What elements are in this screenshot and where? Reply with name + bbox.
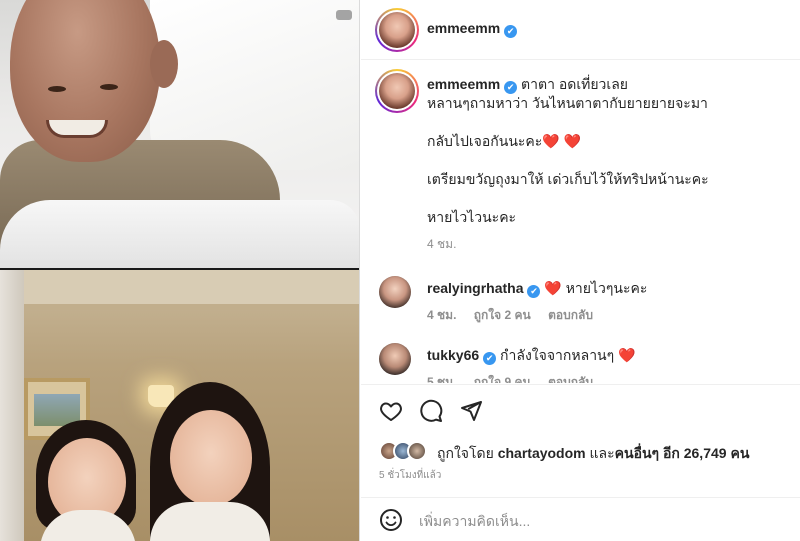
- comment-time: 5 ชม.: [427, 375, 457, 383]
- comment-likes[interactable]: ถูกใจ 9 คน: [474, 375, 531, 383]
- heart-outline-icon[interactable]: [379, 399, 403, 423]
- comment-bubble-icon[interactable]: [419, 399, 443, 423]
- author-avatar[interactable]: [375, 8, 419, 52]
- avatar-photo: [379, 73, 415, 109]
- video-call-frame-grandfather: [0, 0, 359, 270]
- video-call-frame-kids: [0, 270, 359, 541]
- eye: [48, 86, 66, 92]
- likes-others-count[interactable]: คนอื่นๆ อีก 26,749 คน: [615, 445, 750, 461]
- caption-line: หลานๆถามหาว่า วันไหนตาตากับยายยายจะมา: [427, 95, 708, 111]
- child-shirt: [150, 502, 270, 541]
- add-comment-bar: [361, 497, 800, 541]
- likes-text: ถูกใจโดย chartayodom และคนอื่นๆ อีก 26,7…: [437, 443, 749, 465]
- camera-switch-icon[interactable]: [336, 10, 352, 20]
- verified-badge-icon: ✔: [483, 352, 497, 365]
- author-username[interactable]: emmeemm: [427, 20, 500, 36]
- comment: tukky66 ✔ กำลังใจจากหลานๆ ❤️ 5 ชม. ถูกใจ …: [427, 346, 787, 383]
- comment-avatar[interactable]: [379, 343, 411, 375]
- ear: [150, 40, 178, 88]
- smile: [46, 120, 108, 138]
- paper-plane-icon[interactable]: [459, 399, 483, 423]
- caption-avatar[interactable]: [375, 69, 419, 113]
- eye: [100, 84, 118, 90]
- verified-badge-icon: ✔: [504, 25, 518, 38]
- comment-time: 4 ชม.: [427, 308, 457, 322]
- curtain: [0, 270, 24, 541]
- comment-meta: 5 ชม. ถูกใจ 9 คน ตอบกลับ: [427, 373, 787, 383]
- post-header: emmeemm ✔: [361, 0, 800, 60]
- post-actions: ถูกใจโดย chartayodom และคนอื่นๆ อีก 26,7…: [361, 384, 800, 541]
- child-face: [170, 410, 252, 506]
- author-name-row: emmeemm ✔: [427, 20, 518, 38]
- comment-input[interactable]: [419, 510, 759, 532]
- likes-summary[interactable]: ถูกใจโดย chartayodom และคนอื่นๆ อีก 26,7…: [379, 441, 789, 463]
- caption-line: เตรียมขวัญถุงมาให้ เด่วเก็บไว้ให้ทริปหน้…: [427, 171, 709, 187]
- liker-username[interactable]: chartayodom: [498, 445, 586, 461]
- comment-username[interactable]: tukky66: [427, 347, 479, 363]
- comment-text: ❤️ หายไวๆนะคะ: [544, 280, 648, 296]
- caption: emmeemm ✔ ตาตา อดเที่ยวเลย หลานๆถามหาว่า …: [427, 75, 787, 254]
- comment-meta: 4 ชม. ถูกใจ 2 คน ตอบกลับ: [427, 306, 787, 325]
- likes-prefix: ถูกใจโดย: [437, 445, 494, 461]
- verified-badge-icon: ✔: [527, 285, 541, 298]
- comment-likes[interactable]: ถูกใจ 2 คน: [474, 308, 531, 322]
- avatar-photo: [379, 12, 415, 48]
- post-timestamp[interactable]: 5 ชั่วโมงที่แล้ว: [379, 468, 441, 483]
- caption-line: หายไวไวนะคะ: [427, 209, 517, 225]
- post-side-panel: emmeemm ✔ emmeemm ✔ ตาตา อดเที่ยวเลย หลานๆ…: [361, 0, 800, 541]
- blanket: [0, 200, 359, 270]
- comments-scroll-area[interactable]: emmeemm ✔ ตาตา อดเที่ยวเลย หลานๆถามหาว่า …: [361, 61, 800, 383]
- caption-timestamp: 4 ชม.: [427, 237, 457, 251]
- post-media[interactable]: [0, 0, 360, 541]
- likes-and: และ: [589, 445, 615, 461]
- liker-avatar: [407, 441, 427, 461]
- ceiling: [0, 270, 359, 310]
- comment: realyingrhatha ✔ ❤️ หายไวๆนะคะ 4 ชม. ถูกใ…: [427, 279, 787, 325]
- caption-line: ตาตา อดเที่ยวเลย: [521, 76, 628, 92]
- comment-text: กำลังใจจากหลานๆ ❤️: [500, 347, 636, 363]
- verified-badge-icon: ✔: [504, 81, 518, 94]
- caption-username[interactable]: emmeemm: [427, 76, 500, 92]
- smiley-icon[interactable]: [379, 508, 403, 532]
- comment-username[interactable]: realyingrhatha: [427, 280, 523, 296]
- reply-button[interactable]: ตอบกลับ: [548, 308, 593, 322]
- caption-line: กลับไปเจอกันนะคะ❤️ ❤️: [427, 133, 582, 149]
- reply-button[interactable]: ตอบกลับ: [548, 375, 593, 383]
- comment-avatar[interactable]: [379, 276, 411, 308]
